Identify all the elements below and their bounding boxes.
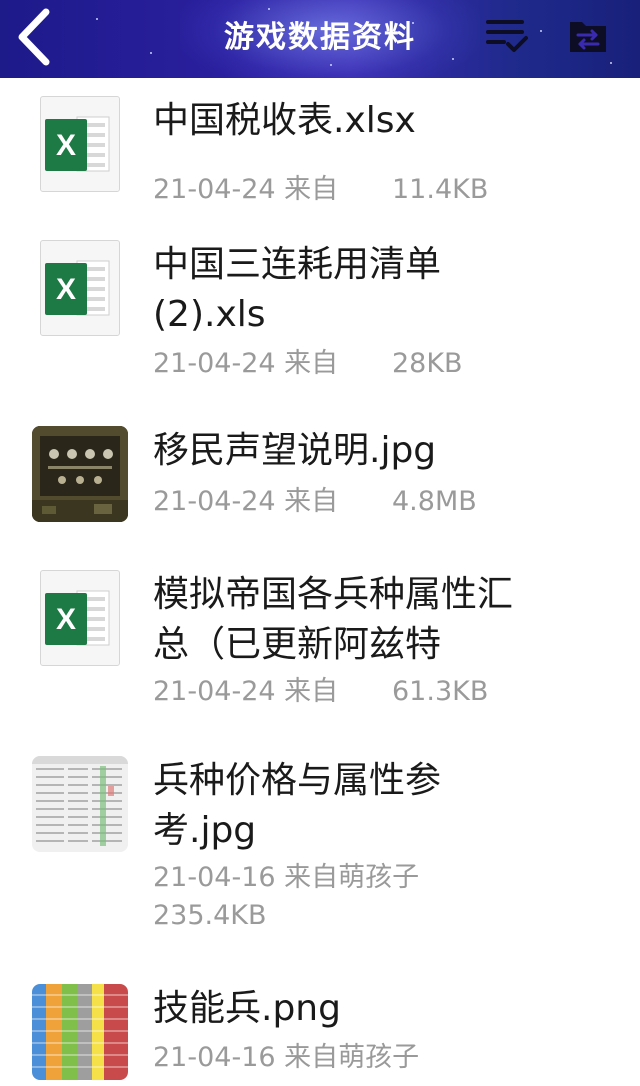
image-thumbnail (32, 426, 128, 522)
folder-transfer-button[interactable] (564, 14, 612, 58)
list-item[interactable]: 技能兵.png 21-04-16 来自萌孩子 (0, 984, 640, 1084)
page-title: 游戏数据资料 (224, 20, 416, 55)
file-date-source: 21-04-16 来自萌孩子 (153, 862, 420, 893)
navbar-star (610, 62, 612, 64)
file-size: 11.4KB (392, 174, 489, 205)
list-item[interactable]: 兵种价格与属性参考.jpg 21-04-16 来自萌孩子 235.4KB (0, 756, 640, 936)
navbar-star (540, 30, 542, 32)
image-thumbnail (32, 984, 128, 1080)
navigation-bar: 游戏数据资料 (0, 0, 640, 78)
file-size: 235.4KB (153, 900, 267, 931)
file-name: 技能兵.png (153, 988, 341, 1029)
svg-text:X: X (56, 273, 76, 306)
list-item[interactable]: X 中国税收表.xlsx 21-04-24 来自 11.4KB (0, 96, 640, 216)
sort-list-check-icon (486, 20, 528, 52)
folder-transfer-icon (570, 22, 606, 52)
file-date-source: 21-04-24 来自 (153, 486, 339, 517)
svg-text:X: X (56, 603, 76, 636)
navbar-star (96, 18, 98, 20)
chevron-left-icon (18, 8, 50, 66)
file-name: 模拟帝国各兵种属性汇总（已更新阿兹特 (153, 574, 514, 665)
list-item[interactable]: X 中国三连耗用清单(2).xls 21-04-24 来自 28KB (0, 240, 640, 400)
sort-button[interactable] (482, 14, 530, 58)
excel-icon: X (40, 96, 120, 192)
file-date-source: 21-04-24 来自 (153, 174, 339, 205)
list-item[interactable]: X 模拟帝国各兵种属性汇总（已更新阿兹特 21-04-24 来自 61.3KB (0, 570, 640, 730)
file-name: 移民声望说明.jpg (153, 430, 437, 471)
file-size: 28KB (392, 348, 463, 379)
file-date-source: 21-04-16 来自萌孩子 (153, 1042, 420, 1073)
excel-icon: X (40, 240, 120, 336)
back-button[interactable] (8, 6, 58, 68)
file-date-source: 21-04-24 来自 (153, 348, 339, 379)
svg-text:X: X (56, 129, 76, 162)
file-size: 4.8MB (392, 486, 477, 517)
file-name: 中国三连耗用清单(2).xls (153, 244, 442, 335)
file-date-source: 21-04-24 来自 (153, 676, 339, 707)
excel-icon: X (40, 570, 120, 666)
image-thumbnail (32, 756, 128, 852)
file-name: 中国税收表.xlsx (153, 100, 416, 141)
list-item[interactable]: 移民声望说明.jpg 21-04-24 来自 4.8MB (0, 426, 640, 536)
file-size: 61.3KB (392, 676, 489, 707)
file-name: 兵种价格与属性参考.jpg (153, 760, 442, 851)
